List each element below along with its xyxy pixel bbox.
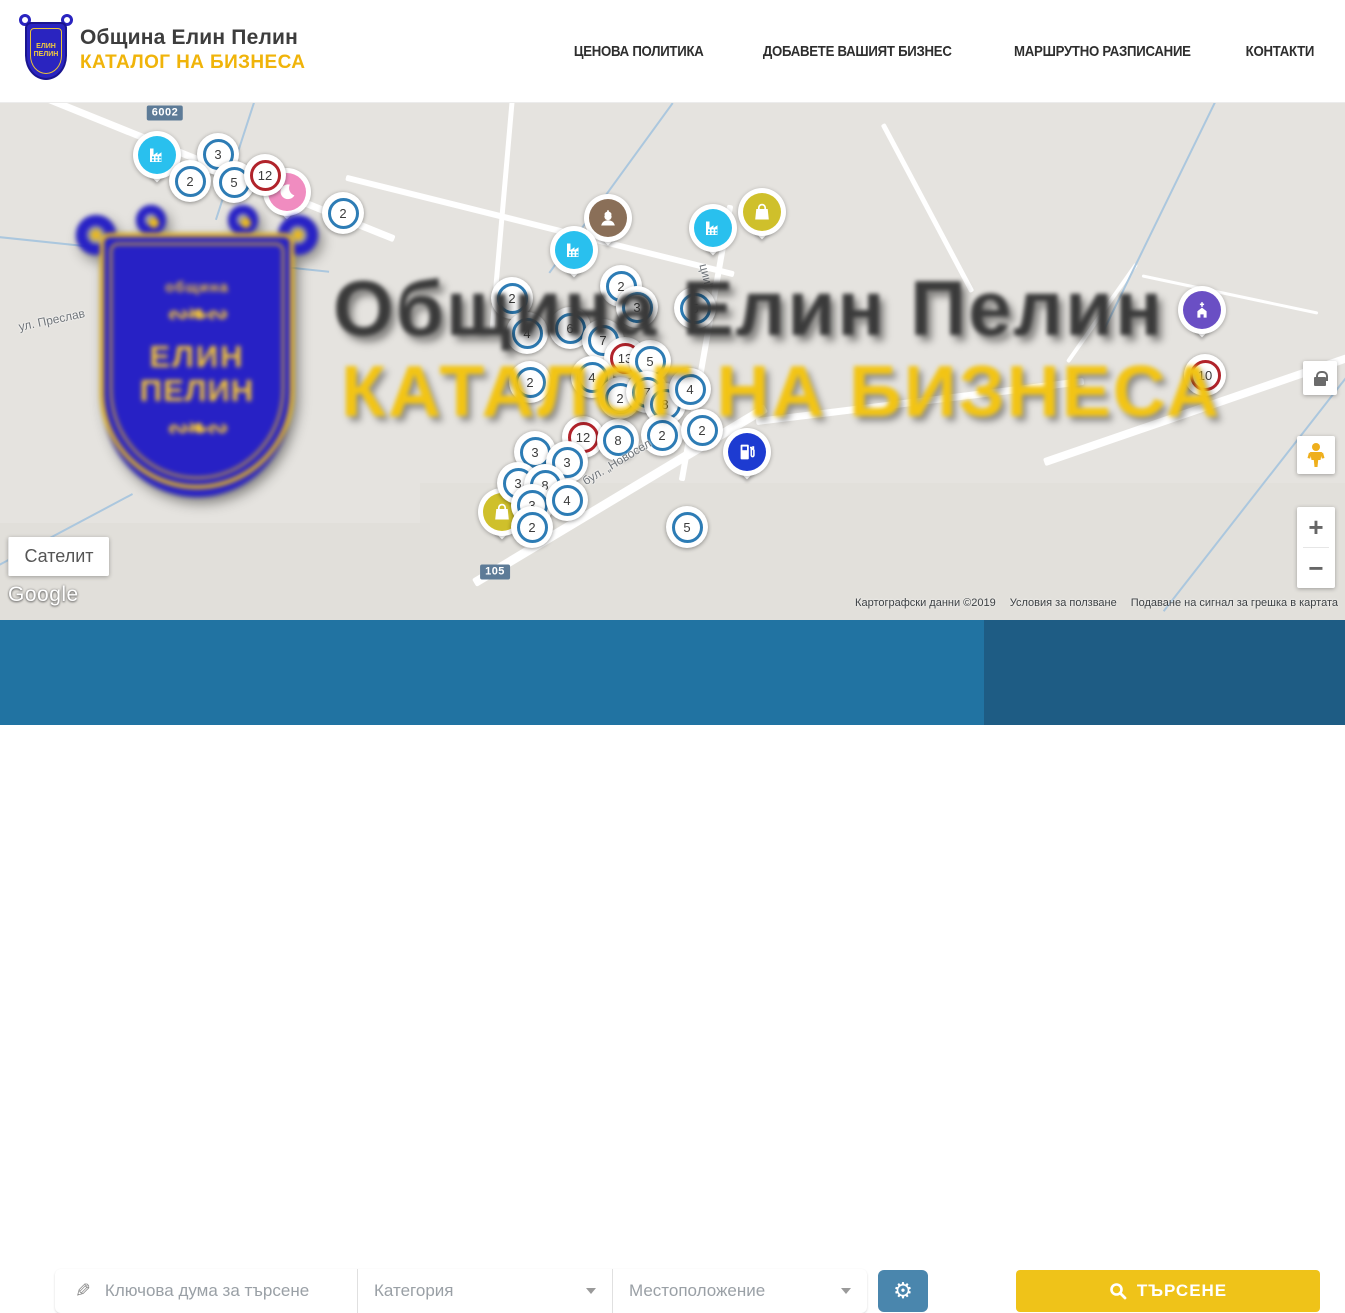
main-nav: ЦЕНОВА ПОЛИТИКА ДОБАВЕТЕ ВАШИЯТ БИЗНЕС М… <box>565 0 1319 103</box>
search-input-group: ✎ Категория Местоположение <box>55 1269 867 1313</box>
map-attribution: Картографски данни ©2019 Условия за полз… <box>855 597 1338 609</box>
map-type-control: Карта Сателит <box>8 537 109 576</box>
chevron-down-icon <box>586 1288 596 1294</box>
nav-contacts[interactable]: КОНТАКТИ <box>1246 43 1314 60</box>
attribution-report-error-link[interactable]: Подаване на сигнал за грешка в картата <box>1131 597 1338 609</box>
search-button-panel <box>984 620 1345 725</box>
pencil-icon: ✎ <box>75 1280 91 1303</box>
site-title: Община Елин Пелин <box>80 26 305 50</box>
attribution-map-data: Картографски данни ©2019 <box>855 597 996 609</box>
keyword-search-input[interactable] <box>105 1281 335 1301</box>
cluster-marker[interactable]: 4 <box>669 368 711 410</box>
zoom-in-button[interactable]: + <box>1297 507 1335 547</box>
keyword-segment: ✎ <box>55 1269 357 1313</box>
attribution-terms-link[interactable]: Условия за ползване <box>1010 597 1117 609</box>
cluster-marker[interactable]: 4 <box>506 312 548 354</box>
zoom-out-button[interactable]: − <box>1297 548 1335 588</box>
street-name-label: ул. Преслав <box>17 306 86 334</box>
map-lock-button[interactable] <box>1303 361 1337 395</box>
search-icon <box>1109 1282 1127 1300</box>
gear-icon: ⚙ <box>893 1278 913 1304</box>
road-shield-label: 105 <box>480 565 510 580</box>
cluster-marker[interactable]: 3 <box>616 286 658 328</box>
road-shield-label: 6002 <box>147 106 183 121</box>
municipality-crest-icon: ЕЛИН ПЕЛИН <box>22 16 70 84</box>
church-pin-marker[interactable] <box>1178 286 1226 346</box>
lock-icon <box>1314 377 1326 386</box>
cluster-marker[interactable]: 2 <box>169 160 211 202</box>
advanced-search-button[interactable]: ⚙ <box>878 1270 928 1312</box>
cluster-marker[interactable]: 2 <box>511 506 553 548</box>
crest-small-name1: ЕЛИН <box>36 43 56 51</box>
location-dropdown-value: Местоположение <box>629 1281 765 1301</box>
crest-small-name2: ПЕЛИН <box>34 51 59 59</box>
location-dropdown[interactable]: Местоположение <box>612 1269 867 1313</box>
nav-add-your-business[interactable]: ДОБАВЕТЕ ВАШИЯТ БИЗНЕС <box>763 43 952 60</box>
street-view-pegman-button[interactable] <box>1297 436 1335 474</box>
cluster-marker[interactable]: 12 <box>244 154 286 196</box>
cluster-marker[interactable]: 2 <box>681 409 723 451</box>
chevron-down-icon <box>841 1288 851 1294</box>
cluster-marker[interactable]: 2 <box>509 361 551 403</box>
search-submit-button[interactable]: ТЪРСЕНЕ <box>1016 1270 1320 1312</box>
cluster-marker[interactable]: 4 <box>546 479 588 521</box>
factory-pin-marker[interactable] <box>689 204 737 264</box>
nav-route-schedule[interactable]: МАРШРУТНО РАЗПИСАНИЕ <box>1014 43 1191 60</box>
cluster-marker[interactable]: 5 <box>666 506 708 548</box>
cluster-marker[interactable]: 2 <box>322 192 364 234</box>
map-type-satellite-button[interactable]: Сателит <box>8 537 109 576</box>
street-name-label: ции" <box>697 262 717 289</box>
fuel-pin-marker[interactable] <box>723 428 771 488</box>
pegman-icon <box>1305 442 1327 468</box>
site-subtitle: КАТАЛОГ НА БИЗНЕСА <box>80 52 305 74</box>
search-button-label: ТЪРСЕНЕ <box>1137 1281 1227 1301</box>
zoom-control: + − <box>1297 507 1335 588</box>
map[interactable]: 3251222352467135242784128223338342510 60… <box>0 103 1345 620</box>
cluster-marker[interactable]: 5 <box>674 287 716 329</box>
cluster-marker[interactable]: 10 <box>1184 354 1226 396</box>
nav-pricing-policy[interactable]: ЦЕНОВА ПОЛИТИКА <box>573 43 703 60</box>
shopping-bag-pin-marker[interactable] <box>738 188 786 248</box>
google-logo[interactable]: Google <box>8 583 79 607</box>
site-logo[interactable]: ЕЛИН ПЕЛИН Община Елин Пелин КАТАЛОГ НА … <box>22 16 305 84</box>
factory-pin-marker[interactable] <box>550 226 598 286</box>
category-dropdown-value: Категория <box>374 1281 453 1301</box>
category-dropdown[interactable]: Категория <box>357 1269 612 1313</box>
search-bar: ✎ Категория Местоположение ⚙ ТЪРСЕНЕ <box>0 620 1345 725</box>
header: ЕЛИН ПЕЛИН Община Елин Пелин КАТАЛОГ НА … <box>0 0 1345 103</box>
